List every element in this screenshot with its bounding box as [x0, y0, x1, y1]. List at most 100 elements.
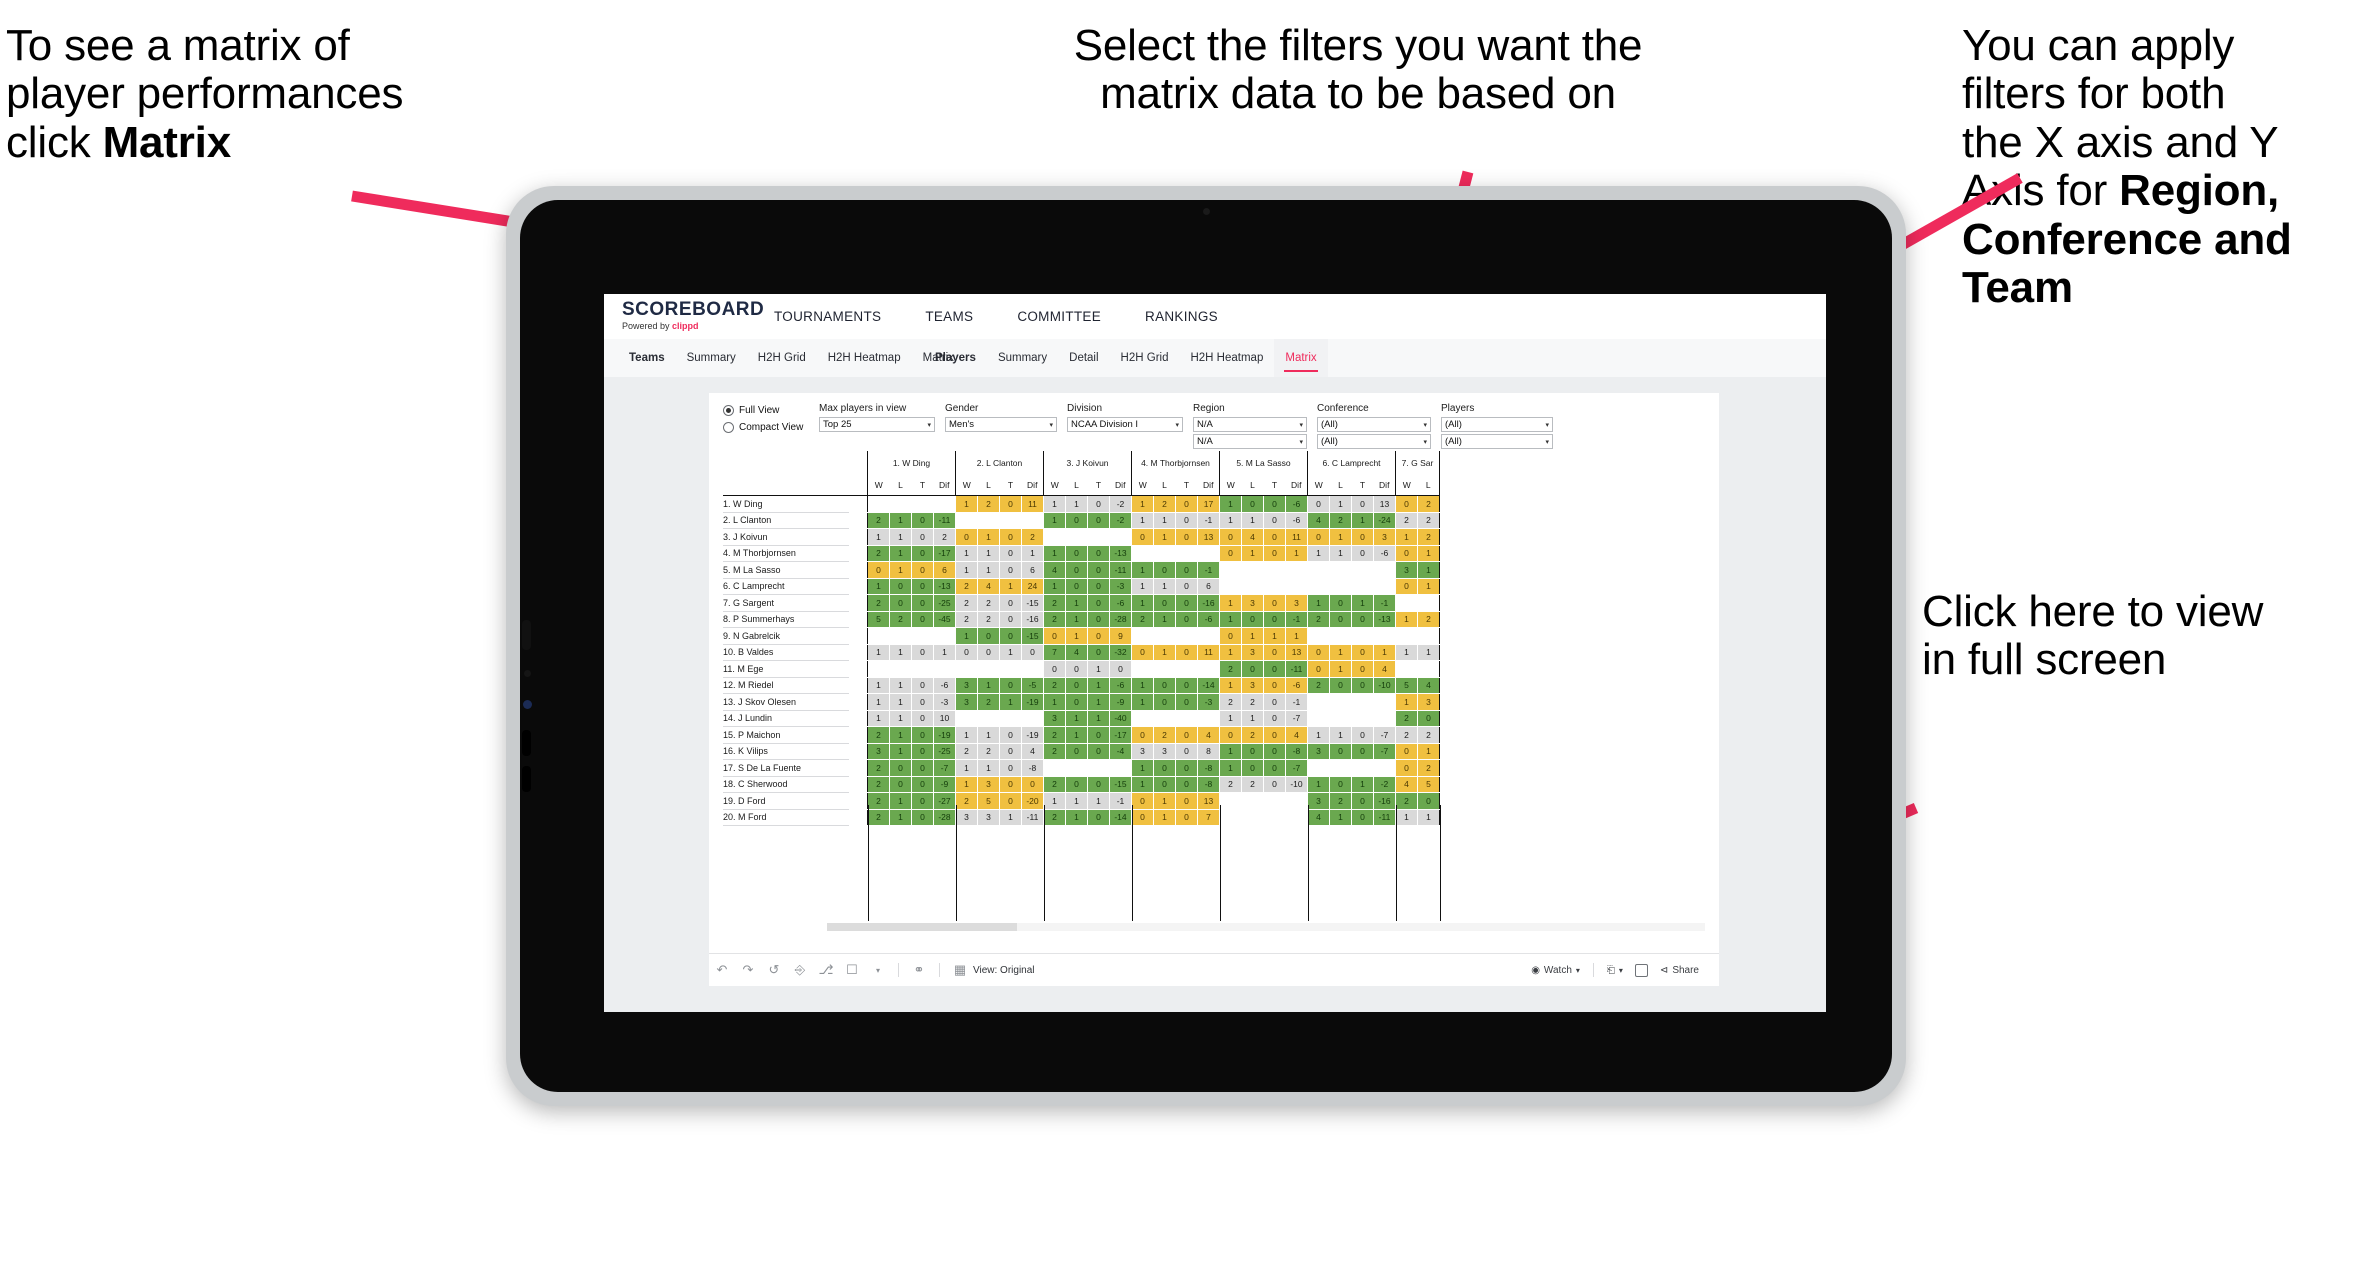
matrix-row[interactable]: 20. M Ford 2 1 0 -28 3 3 1 -11 2 1 0 -14 0 1 0 7 4 1 0 -11 1 1 — [723, 809, 1440, 826]
matrix-cell[interactable]: 1 — [955, 776, 978, 793]
matrix-cell[interactable] — [1219, 792, 1242, 810]
matrix-cell[interactable]: -4 — [1109, 743, 1132, 760]
matrix-cell[interactable]: 0 — [1065, 743, 1088, 760]
matrix-cell[interactable]: 1 — [1285, 627, 1308, 645]
matrix-cell[interactable]: 4 — [1021, 743, 1044, 760]
matrix-cell[interactable] — [1131, 545, 1154, 562]
matrix-cell[interactable]: 1 — [1285, 545, 1308, 562]
matrix-cell[interactable] — [977, 710, 1000, 727]
refresh-data-icon[interactable]: ⎆ — [787, 962, 813, 978]
matrix-cell[interactable]: 0 — [977, 627, 1000, 645]
matrix-cell[interactable]: 1 — [1219, 495, 1242, 513]
matrix-cell[interactable]: 0 — [1087, 743, 1110, 760]
matrix-cell[interactable]: 1 — [1043, 512, 1066, 529]
matrix-cell[interactable]: 0 — [999, 776, 1022, 793]
matrix-cell[interactable] — [1373, 693, 1396, 711]
matrix-cell[interactable]: 3 — [1241, 644, 1264, 661]
matrix-cell[interactable]: 0 — [1263, 512, 1286, 529]
power-button[interactable] — [522, 620, 531, 650]
matrix-cell[interactable] — [1087, 759, 1110, 777]
matrix-cell[interactable]: 0 — [911, 528, 934, 546]
matrix-cell[interactable]: 13 — [1197, 528, 1220, 546]
matrix-cell[interactable] — [867, 627, 890, 645]
matrix-cell[interactable]: 1 — [1153, 792, 1176, 810]
revert-icon[interactable]: ↺ — [761, 962, 787, 978]
matrix-cell[interactable]: 0 — [1087, 512, 1110, 529]
matrix-cell[interactable]: 1 — [1219, 594, 1242, 612]
matrix-cell[interactable] — [1329, 561, 1352, 579]
matrix-cell[interactable]: -5 — [1021, 677, 1044, 694]
matrix-cell[interactable]: 0 — [999, 677, 1022, 694]
matrix-cell[interactable]: 4 — [977, 578, 1000, 595]
matrix-cell[interactable]: 0 — [1065, 693, 1088, 711]
matrix-cell[interactable] — [1373, 627, 1396, 645]
matrix-cell[interactable]: 0 — [911, 545, 934, 562]
matrix-cell[interactable] — [955, 660, 978, 678]
matrix-cell[interactable] — [1197, 627, 1220, 645]
matrix-cell[interactable] — [889, 495, 912, 513]
matrix-cell[interactable] — [1329, 710, 1352, 727]
matrix-cell[interactable] — [1373, 710, 1396, 727]
matrix-cell[interactable] — [1219, 578, 1242, 595]
matrix-cell[interactable]: 4 — [1197, 726, 1220, 744]
matrix-cell[interactable]: 2 — [977, 611, 1000, 628]
matrix-cell[interactable]: 2 — [1329, 792, 1352, 810]
players-select-x-axis[interactable]: (All) ▾ — [1441, 417, 1553, 432]
radio-compact-view[interactable]: Compact View — [723, 420, 809, 435]
matrix-cell[interactable]: 0 — [1087, 776, 1110, 793]
matrix-cell[interactable]: 1 — [1065, 710, 1088, 727]
matrix-cell[interactable]: 1 — [1307, 726, 1330, 744]
matrix-cell[interactable] — [1351, 759, 1374, 777]
matrix-cell[interactable]: 3 — [955, 677, 978, 694]
matrix-cell[interactable]: 0 — [1175, 726, 1198, 744]
matrix-cell[interactable]: 2 — [1329, 512, 1352, 529]
matrix-cell[interactable]: 0 — [911, 726, 934, 744]
matrix-cell[interactable]: 1 — [1131, 776, 1154, 793]
matrix-cell[interactable]: 3 — [1241, 677, 1264, 694]
nav-item-tournaments[interactable]: TOURNAMENTS — [752, 294, 903, 339]
matrix-cell[interactable]: 0 — [1043, 660, 1066, 678]
matrix-cell[interactable]: 1 — [1131, 561, 1154, 579]
pause-updates-icon[interactable]: ⎇ — [813, 962, 839, 978]
matrix-cell[interactable] — [1329, 578, 1352, 595]
matrix-cell[interactable]: 5 — [1417, 776, 1440, 793]
matrix-row[interactable]: 2. L Clanton 2 1 0 -11 1 0 0 -2 1 1 0 -1 1 1 0 -6 4 2 1 -24 2… — [723, 512, 1440, 529]
gender-select[interactable]: Men's ▾ — [945, 417, 1057, 432]
matrix-cell[interactable]: -19 — [1021, 726, 1044, 744]
matrix-cell[interactable]: -3 — [933, 693, 956, 711]
matrix-cell[interactable]: 4 — [1043, 561, 1066, 579]
matrix-cell[interactable]: 1 — [1219, 743, 1242, 760]
matrix-cell[interactable]: 0 — [999, 726, 1022, 744]
max-players-select[interactable]: Top 25 ▾ — [819, 417, 935, 432]
matrix-cell[interactable] — [1109, 759, 1132, 777]
matrix-cell[interactable]: -11 — [1285, 660, 1308, 678]
matrix-row[interactable]: 6. C Lamprecht 1 0 0 -13 2 4 1 24 1 0 0 -3 1 1 0 6 0 1 — [723, 578, 1440, 595]
matrix-cell[interactable]: 0 — [1175, 677, 1198, 694]
matrix-cell[interactable] — [1131, 627, 1154, 645]
matrix-cell[interactable] — [1043, 528, 1066, 546]
matrix-cell[interactable] — [1285, 578, 1308, 595]
matrix-cell[interactable]: 3 — [867, 743, 890, 760]
matrix-cell[interactable]: -6 — [1285, 512, 1308, 529]
matrix-cell[interactable]: 0 — [1175, 512, 1198, 529]
matrix-cell[interactable]: 2 — [1153, 726, 1176, 744]
matrix-cell[interactable] — [1021, 660, 1044, 678]
matrix-cell[interactable] — [1285, 792, 1308, 810]
redo-icon[interactable]: ↷ — [735, 962, 761, 978]
matrix-cell[interactable]: -3 — [1109, 578, 1132, 595]
matrix-cell[interactable]: 1 — [1153, 809, 1176, 826]
matrix-cell[interactable]: 3 — [1395, 561, 1418, 579]
matrix-table-scroll-region[interactable]: 1. W Ding 2. L Clanton 3. J Koivun 4. M Tho… — [723, 451, 1705, 891]
matrix-row[interactable]: 15. P Maichon 2 1 0 -19 1 1 0 -19 2 1 0 -17 0 2 0 4 0 2 0 4 1… — [723, 726, 1440, 744]
matrix-cell[interactable]: 0 — [1065, 561, 1088, 579]
matrix-cell[interactable] — [1241, 809, 1264, 826]
matrix-cell[interactable]: 2 — [1395, 726, 1418, 744]
matrix-cell[interactable]: 2 — [1395, 512, 1418, 529]
matrix-cell[interactable]: 0 — [1351, 611, 1374, 628]
matrix-cell[interactable]: 13 — [1197, 792, 1220, 810]
matrix-cell[interactable]: 1 — [1417, 644, 1440, 661]
matrix-cell[interactable]: 0 — [977, 644, 1000, 661]
fullscreen-button[interactable] — [1629, 963, 1654, 977]
matrix-cell[interactable]: 2 — [955, 611, 978, 628]
matrix-cell[interactable]: -11 — [933, 512, 956, 529]
